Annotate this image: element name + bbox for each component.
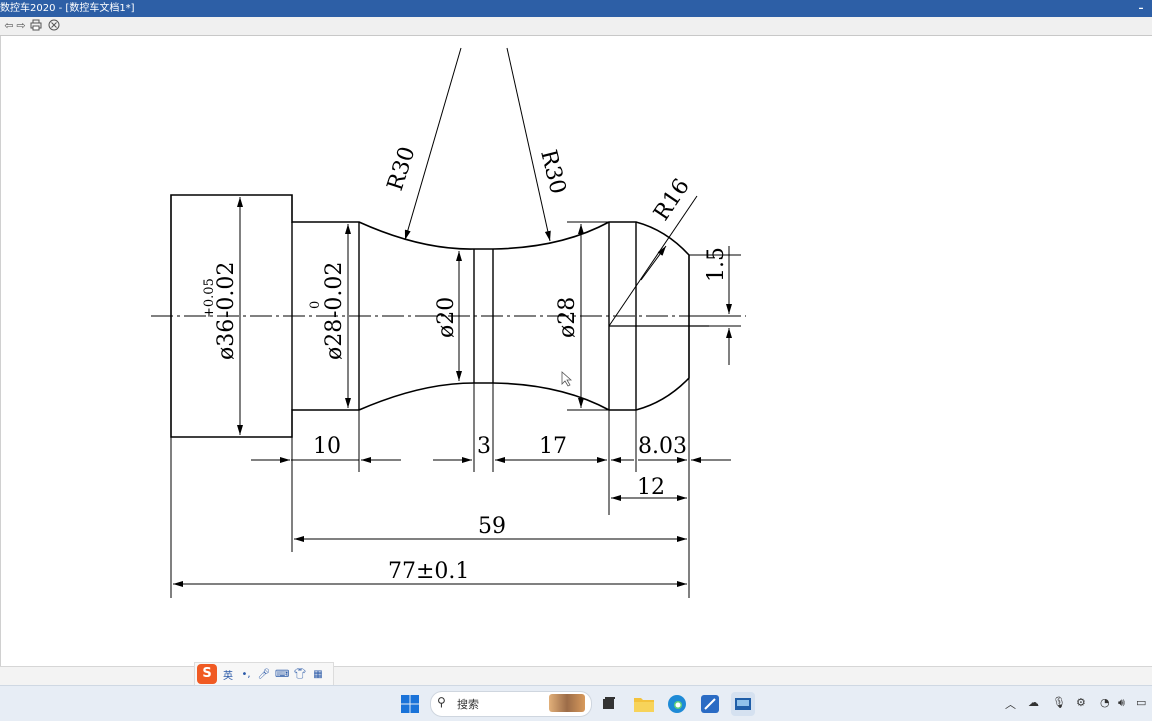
ime-toolbar[interactable]: S 英 •, 🎤︎ ⌨ 👕︎ ▦	[194, 662, 334, 686]
close-doc-icon[interactable]	[47, 19, 61, 33]
title-bar: 数控车2020 - [数控车文档1*] –	[0, 0, 1152, 17]
drawing-canvas[interactable]: ø36 -0.02 +0.05 ø28 -0.02 0 ø20 ø28 R30 …	[0, 36, 1152, 666]
taskbar: ⚲ 搜索 ︿ ☁ 🎙︎ ⚙ ◔ 🔊︎ ▭	[0, 685, 1152, 721]
dim-len-17: 17	[539, 434, 567, 459]
ime-lang-toggle[interactable]: 英	[221, 667, 235, 682]
settings-icon[interactable]: ⚙	[1076, 696, 1086, 709]
sogou-logo-icon[interactable]: S	[197, 664, 217, 684]
cnc-app-icon[interactable]	[731, 692, 755, 716]
skin-icon[interactable]: 👕︎	[293, 669, 307, 680]
volume-icon[interactable]: 🔊︎	[1118, 696, 1125, 710]
battery-icon[interactable]: ▭	[1136, 696, 1146, 709]
forward-arrow-icon[interactable]: ⇨	[14, 19, 28, 33]
dim-dia-second: ø28	[322, 319, 347, 360]
dim-radius-right: R30	[535, 147, 570, 196]
dim-dia-outer-tol-lower: -0.02	[214, 262, 239, 318]
dim-len-10: 10	[313, 434, 341, 459]
taskbar-search[interactable]: ⚲ 搜索	[430, 691, 592, 717]
cloud-icon[interactable]: ☁	[1028, 696, 1039, 709]
microphone-icon[interactable]: 🎤︎	[257, 669, 271, 680]
dim-dia-second-tol-lower: -0.02	[322, 262, 347, 318]
dim-radius-end: R16	[649, 174, 695, 225]
task-view-icon[interactable]	[597, 692, 621, 716]
engineering-drawing: ø36 -0.02 +0.05 ø28 -0.02 0 ø20 ø28 R30 …	[151, 47, 746, 598]
search-icon: ⚲	[437, 695, 446, 709]
search-placeholder: 搜索	[457, 698, 479, 711]
dim-radius-left: R30	[383, 144, 421, 194]
dim-len-12: 12	[637, 475, 665, 500]
dim-len-3: 3	[477, 434, 491, 459]
dim-len-803: 8.03	[638, 434, 687, 459]
cursor-icon	[561, 371, 573, 387]
windows-start-icon[interactable]	[398, 692, 422, 716]
print-icon[interactable]	[29, 19, 43, 33]
dim-dia-right: ø28	[555, 297, 580, 338]
chevron-up-icon[interactable]: ︿	[1005, 696, 1016, 712]
toolbar: ⇦ ⇨	[0, 17, 1152, 36]
dim-dia-outer: ø36	[214, 319, 239, 360]
dim-dia-neck: ø20	[434, 297, 459, 338]
window-title: 数控车2020 - [数控车文档1*]	[0, 3, 135, 14]
wifi-icon[interactable]: ◔	[1100, 696, 1110, 709]
dim-len-total: 77±0.1	[388, 559, 469, 584]
edge-browser-icon[interactable]	[665, 692, 689, 716]
minimize-button[interactable]: –	[1134, 0, 1148, 17]
dim-offset: 1.5	[704, 247, 729, 282]
file-explorer-icon[interactable]	[632, 692, 656, 716]
dim-dia-outer-tol-upper: +0.05	[202, 278, 217, 318]
dim-dia-second-tol-upper: 0	[308, 301, 323, 309]
status-bar	[0, 666, 1152, 685]
punctuation-icon[interactable]: •,	[239, 669, 253, 680]
search-highlight-image	[549, 694, 585, 712]
dim-len-59: 59	[478, 514, 506, 539]
toolbox-icon[interactable]: ▦	[311, 669, 325, 680]
keyboard-icon[interactable]: ⌨	[275, 669, 289, 680]
mic-icon[interactable]: 🎙︎	[1052, 696, 1066, 709]
cad-app-icon[interactable]	[698, 692, 722, 716]
